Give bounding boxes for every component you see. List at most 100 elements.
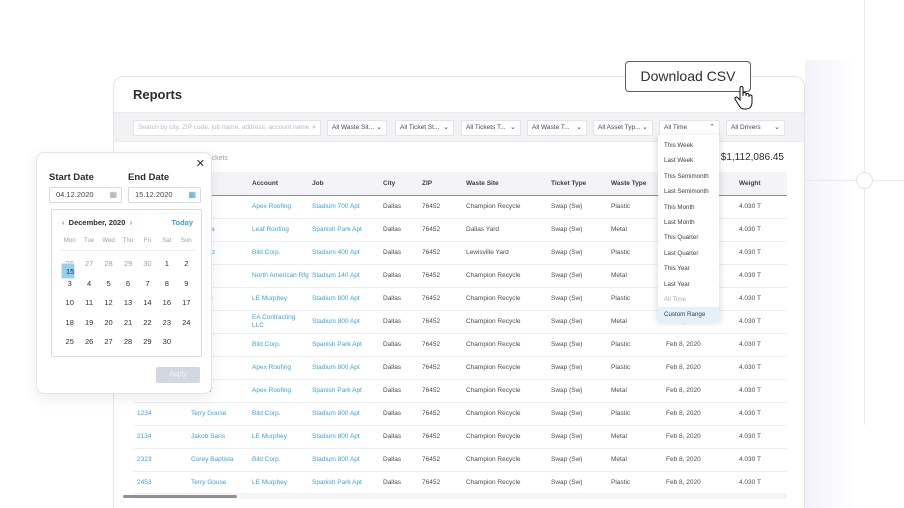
table-cell[interactable]: 2134 — [134, 425, 188, 449]
prev-month-icon[interactable]: ‹ — [62, 218, 65, 227]
table-cell[interactable]: Apex Roofing — [249, 356, 309, 380]
table-cell[interactable]: EA Contracting LLC — [249, 310, 309, 334]
table-cell[interactable]: LE Murphey — [249, 425, 309, 449]
table-cell[interactable]: Spanish Park Apt — [309, 379, 380, 403]
calendar-day[interactable]: 19 — [79, 314, 98, 334]
table-cell[interactable]: Apex Roofing — [249, 195, 309, 219]
calendar-day[interactable]: 12 — [99, 294, 118, 314]
table-cell[interactable]: Bild Corp. — [249, 241, 309, 265]
table-cell[interactable]: Spanish Park Apt — [309, 471, 380, 495]
calendar-day[interactable]: 2 — [177, 255, 196, 275]
table-cell[interactable]: Stadium 800 Apt — [309, 287, 380, 311]
table-cell[interactable]: Stadium 800 Apt — [309, 402, 380, 426]
close-icon[interactable]: ✕ — [196, 157, 205, 170]
table-cell[interactable]: Terry Gouse — [188, 402, 249, 426]
dropdown-option[interactable]: Last Week — [658, 153, 719, 168]
table-cell[interactable]: Leaf Roofing — [249, 218, 309, 242]
table-row[interactable]: 2134 Jakob Saris LE Murphey Stadium 800 Apt… — [134, 425, 787, 449]
dropdown-option[interactable]: This Week — [658, 138, 719, 153]
waste-site-filter[interactable]: All Waste Sit... ⌄ — [327, 120, 387, 136]
column-header[interactable]: Account — [249, 172, 309, 196]
calendar-day[interactable]: 23 — [157, 314, 176, 334]
ticket-status-filter[interactable]: All Ticket St... ⌄ — [395, 120, 454, 136]
column-header[interactable]: Waste Type — [608, 172, 663, 196]
calendar-day[interactable]: 20 — [99, 314, 118, 334]
calendar-day[interactable]: 22 — [138, 314, 157, 334]
calendar-day[interactable]: 21 — [118, 314, 137, 334]
calendar-day[interactable]: 5 — [99, 275, 118, 295]
calendar-day[interactable]: 1 — [157, 255, 176, 275]
calendar-day[interactable]: 27 — [99, 333, 118, 353]
column-header[interactable]: City — [380, 172, 419, 196]
calendar-day[interactable]: 14 — [138, 294, 157, 314]
column-header[interactable]: Job — [309, 172, 380, 196]
dropdown-option[interactable]: Last Month — [658, 215, 719, 230]
column-header[interactable]: ZIP — [419, 172, 463, 196]
calendar-day[interactable]: 28 — [118, 333, 137, 353]
table-cell[interactable]: LE Murphey — [249, 471, 309, 495]
table-cell[interactable]: Corey Baptista — [188, 448, 249, 472]
calendar-day[interactable]: 9 — [177, 275, 196, 295]
calendar-icon[interactable]: ▦ — [109, 188, 117, 202]
dropdown-option[interactable]: This Quarter — [658, 230, 719, 245]
calendar-day[interactable]: 8 — [157, 275, 176, 295]
table-cell[interactable]: 1234 — [134, 402, 188, 426]
start-date-field[interactable]: 04.12.2020 ▦ — [49, 187, 122, 203]
table-row[interactable]: a BatorApex RoofingSpanish Park AptDalla… — [134, 379, 787, 403]
dropdown-option[interactable]: Last Quarter — [658, 246, 719, 261]
waste-type-filter[interactable]: All Waste T... ⌄ — [527, 120, 587, 136]
table-cell[interactable]: Spanish Park Apt — [309, 218, 380, 242]
ticket-type-filter[interactable]: All Tickets T... ⌄ — [461, 120, 521, 136]
dropdown-option[interactable]: Last Year — [658, 277, 719, 292]
calendar-day[interactable]: 18 — [60, 314, 79, 334]
column-header[interactable]: Waste Site — [463, 172, 548, 196]
calendar-day[interactable]: 6 — [118, 275, 137, 295]
driver-filter[interactable]: All Drivers ⌄ — [726, 120, 785, 136]
dropdown-option[interactable]: Last Semimonth — [658, 184, 719, 199]
table-cell[interactable]: Jakob Saris — [188, 425, 249, 449]
calendar-day[interactable]: 16 — [157, 294, 176, 314]
table-row[interactable]: ouseBild Corp.Spanish Park AptDallas7645… — [134, 333, 787, 357]
table-cell[interactable]: Bild Corp. — [249, 333, 309, 357]
table-cell[interactable]: Stadium 400 Apt — [309, 241, 380, 265]
table-row[interactable]: 2453 Terry Gouse LE Murphey Spanish Park Ap… — [134, 471, 787, 495]
calendar-day[interactable]: 4 — [79, 275, 98, 295]
table-cell[interactable]: 2323 — [134, 448, 188, 472]
dropdown-option[interactable]: Custom Range — [658, 307, 719, 323]
column-header[interactable]: Weight — [736, 172, 787, 196]
column-header[interactable]: Ticket Type — [548, 172, 608, 196]
time-filter[interactable]: All Time ⌃ — [659, 120, 720, 136]
dropdown-option[interactable]: All Time — [658, 292, 719, 307]
selected-day[interactable]: 15 — [61, 263, 76, 279]
table-cell[interactable]: Stadium 700 Apt — [309, 195, 380, 219]
table-cell[interactable]: Terry Gouse — [188, 471, 249, 495]
calendar-day[interactable]: 29 — [118, 255, 137, 275]
calendar-day[interactable]: 11 — [79, 294, 98, 314]
table-cell[interactable]: North American Rfg — [249, 264, 309, 288]
table-cell[interactable]: LE Murphey — [249, 287, 309, 311]
table-cell[interactable]: Bild Corp. — [249, 448, 309, 472]
calendar-day[interactable]: 24 — [177, 314, 196, 334]
calendar-day[interactable]: 13 — [118, 294, 137, 314]
search-input[interactable]: Search by city, ZIP code, job name, addr… — [133, 120, 321, 136]
calendar-day[interactable]: 30 — [138, 255, 157, 275]
table-cell[interactable]: Bild Corp. — [249, 402, 309, 426]
end-date-field[interactable]: 15.12.2020 ▦ — [128, 187, 201, 203]
calendar-day[interactable]: 25 — [60, 333, 79, 353]
dropdown-option[interactable]: This Semimonth — [658, 169, 719, 184]
calendar-day[interactable]: 28 — [99, 255, 118, 275]
dropdown-option[interactable]: This Month — [658, 200, 719, 215]
table-cell[interactable]: Stadium 800 Apt — [309, 448, 380, 472]
calendar-icon[interactable]: ▦ — [188, 188, 196, 202]
table-row[interactable]: BatorApex RoofingStadium 800 AptDallas76… — [134, 356, 787, 380]
calendar-day[interactable]: 17 — [177, 294, 196, 314]
calendar-day[interactable]: 7 — [138, 275, 157, 295]
scrollbar-thumb[interactable] — [123, 495, 237, 498]
table-cell[interactable]: Stadium 800 Apt — [309, 356, 380, 380]
next-month-icon[interactable]: › — [130, 218, 133, 227]
table-row[interactable]: 1234 Terry Gouse Bild Corp. Stadium 800 Apt… — [134, 402, 787, 426]
table-cell[interactable]: Stadium 800 Apt — [309, 425, 380, 449]
apply-button[interactable]: Apply — [156, 367, 200, 383]
asset-type-filter[interactable]: All Asset Typ... ⌄ — [593, 120, 653, 136]
calendar-day[interactable]: 26 — [79, 333, 98, 353]
